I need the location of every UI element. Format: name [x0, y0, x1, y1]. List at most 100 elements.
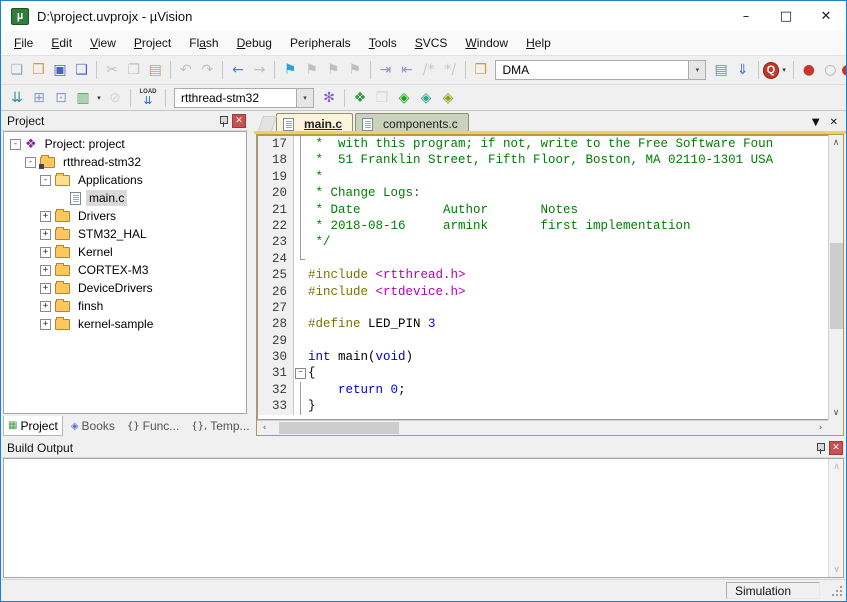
- menu-window[interactable]: Window: [456, 33, 517, 53]
- menu-edit[interactable]: Edit: [42, 33, 81, 53]
- fold-collapse-icon[interactable]: [294, 365, 308, 381]
- tree-item-kernel-sample[interactable]: +kernel-sample: [4, 315, 246, 333]
- menu-view[interactable]: View: [81, 33, 125, 53]
- save-button[interactable]: ▣: [49, 59, 71, 81]
- disable-breakpoint-button[interactable]: ○: [820, 59, 842, 81]
- editor-vertical-scrollbar[interactable]: ∧ ∨: [828, 135, 843, 420]
- panel-tab-func[interactable]: {}Func...: [123, 416, 183, 436]
- menu-svcs[interactable]: SVCS: [406, 33, 457, 53]
- expand-icon[interactable]: +: [40, 247, 51, 258]
- indent-button[interactable]: ⇥: [375, 59, 397, 81]
- tree-item-kernel[interactable]: +Kernel: [4, 243, 246, 261]
- menu-debug[interactable]: Debug: [228, 33, 281, 53]
- menu-project[interactable]: Project: [125, 33, 180, 53]
- panel-tab-books[interactable]: ◈Books: [67, 416, 119, 436]
- resize-grip[interactable]: [830, 584, 843, 597]
- expand-icon[interactable]: +: [40, 283, 51, 294]
- close-button[interactable]: ✕: [806, 1, 846, 31]
- find-in-files-folder-button[interactable]: ❒: [470, 59, 492, 81]
- scroll-down-icon[interactable]: ∨: [829, 405, 844, 420]
- pin-icon[interactable]: [218, 115, 228, 127]
- multi-project-button[interactable]: ◈: [437, 87, 459, 109]
- translate-button[interactable]: ⇊: [6, 87, 28, 109]
- copy-button[interactable]: ❐: [123, 59, 145, 81]
- panel-tab-project[interactable]: ▦Project: [3, 416, 63, 436]
- tree-item-rtthread-stm32[interactable]: -rtthread-stm32: [4, 153, 246, 171]
- collapse-icon[interactable]: -: [25, 157, 36, 168]
- tree-item-stm32-hal[interactable]: +STM32_HAL: [4, 225, 246, 243]
- open-file-button[interactable]: ❒: [28, 59, 50, 81]
- close-file-icon[interactable]: ✕: [830, 117, 838, 128]
- project-panel-close-icon[interactable]: ✕: [232, 114, 246, 128]
- uncomment-button[interactable]: */: [439, 59, 461, 81]
- manage-rte-button[interactable]: ❖: [349, 87, 371, 109]
- tree-item-project-project[interactable]: -❖Project: project: [4, 135, 246, 153]
- quick-find-button[interactable]: Q: [763, 62, 780, 79]
- tree-item-cortex-m3[interactable]: +CORTEX-M3: [4, 261, 246, 279]
- scroll-up-icon[interactable]: ∧: [829, 135, 844, 150]
- batch-build-button[interactable]: ▥: [72, 87, 94, 109]
- rebuild-button[interactable]: ⊡: [50, 87, 72, 109]
- tree-item-applications[interactable]: -Applications: [4, 171, 246, 189]
- next-bookmark-button[interactable]: ⚑: [301, 59, 323, 81]
- batch-build-dropdown[interactable]: ▾: [94, 94, 104, 102]
- expand-icon[interactable]: +: [40, 229, 51, 240]
- clear-bookmarks-button[interactable]: ⚑: [344, 59, 366, 81]
- paste-button[interactable]: ▤: [144, 59, 166, 81]
- options-for-target-button[interactable]: ✻: [318, 87, 340, 109]
- search-combo[interactable]: DMA▾: [495, 60, 706, 80]
- scroll-left-icon[interactable]: ‹: [257, 421, 272, 436]
- menu-peripherals[interactable]: Peripherals: [281, 33, 360, 53]
- redo-button[interactable]: ↷: [197, 59, 219, 81]
- project-tree[interactable]: -❖Project: project-rtthread-stm32-Applic…: [3, 131, 247, 414]
- undo-button[interactable]: ↶: [175, 59, 197, 81]
- find-in-files-button[interactable]: ▤: [710, 59, 732, 81]
- navigate-forward-button[interactable]: →: [249, 59, 271, 81]
- incremental-find-button[interactable]: ⇓: [732, 59, 754, 81]
- scroll-right-icon[interactable]: ›: [813, 421, 828, 436]
- manage-layers-button[interactable]: ❐: [371, 87, 393, 109]
- menu-flash[interactable]: Flash: [180, 33, 227, 53]
- build-output-content[interactable]: ∧ ∨: [3, 458, 844, 578]
- menu-help[interactable]: Help: [517, 33, 560, 53]
- comment-button[interactable]: /*: [418, 59, 440, 81]
- target-select-combo[interactable]: rtthread-stm32▾: [174, 88, 314, 108]
- editor-horizontal-scrollbar[interactable]: ‹ ›: [257, 420, 828, 435]
- build-output-scrollbar[interactable]: ∧ ∨: [828, 459, 843, 577]
- scroll-up-icon[interactable]: ∧: [829, 459, 844, 474]
- chevron-down-icon[interactable]: ▾: [296, 89, 313, 107]
- collapse-icon[interactable]: -: [10, 139, 21, 150]
- download-button[interactable]: LOAD⇊: [135, 87, 161, 109]
- new-file-button[interactable]: ❏: [6, 59, 28, 81]
- menu-file[interactable]: File: [5, 33, 42, 53]
- pin-icon[interactable]: [815, 442, 825, 454]
- chevron-down-icon[interactable]: ▾: [688, 61, 705, 79]
- expand-icon[interactable]: +: [40, 301, 51, 312]
- prev-bookmark-button[interactable]: ⚑: [322, 59, 344, 81]
- tree-item-drivers[interactable]: +Drivers: [4, 207, 246, 225]
- tree-item-devicedrivers[interactable]: +DeviceDrivers: [4, 279, 246, 297]
- horizontal-scroll-thumb[interactable]: [279, 422, 399, 434]
- file-extensions-button[interactable]: ◈: [415, 87, 437, 109]
- code-editor[interactable]: 17 * with this program; if not, write to…: [257, 135, 828, 420]
- expand-icon[interactable]: +: [40, 211, 51, 222]
- save-all-button[interactable]: ❑: [71, 59, 93, 81]
- scroll-down-icon[interactable]: ∨: [829, 562, 844, 577]
- panel-tab-temp[interactable]: {},Temp...: [187, 416, 253, 436]
- tab-list-dropdown-icon[interactable]: ▼: [812, 117, 820, 128]
- expand-icon[interactable]: +: [40, 265, 51, 276]
- build-output-close-icon[interactable]: ✕: [829, 441, 843, 455]
- outdent-button[interactable]: ⇤: [396, 59, 418, 81]
- minimize-button[interactable]: –: [726, 1, 766, 31]
- vertical-scroll-thumb[interactable]: [830, 243, 843, 329]
- stop-build-button[interactable]: ⊘: [104, 87, 126, 109]
- tree-item-main-c[interactable]: main.c: [4, 189, 246, 207]
- manage-project-items-button[interactable]: ◈: [393, 87, 415, 109]
- tree-item-finsh[interactable]: +finsh: [4, 297, 246, 315]
- maximize-button[interactable]: □: [766, 1, 806, 31]
- collapse-icon[interactable]: -: [40, 175, 51, 186]
- navigate-back-button[interactable]: ←: [227, 59, 249, 81]
- insert-breakpoint-button[interactable]: ●: [798, 59, 820, 81]
- quick-find-dropdown[interactable]: ▾: [779, 66, 789, 74]
- cut-button[interactable]: ✂: [101, 59, 123, 81]
